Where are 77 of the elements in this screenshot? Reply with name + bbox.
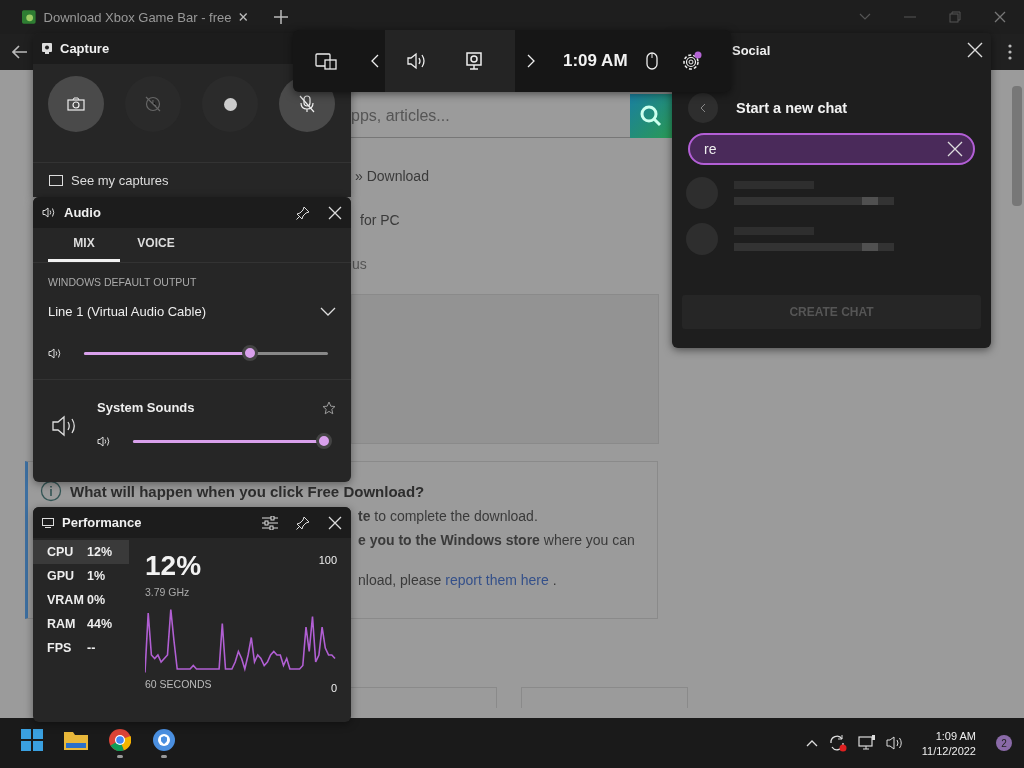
app-subtitle: for PC <box>360 212 400 228</box>
see-captures-link[interactable]: See my captures <box>71 172 169 188</box>
widget-title: Performance <box>62 515 142 530</box>
cpu-usage: 12% <box>145 550 202 582</box>
new-tab-icon[interactable] <box>274 10 288 24</box>
network-icon[interactable] <box>857 735 876 751</box>
back-arrow-icon[interactable] <box>12 45 28 59</box>
widget-title: Audio <box>64 205 101 220</box>
favicon-icon <box>22 9 36 25</box>
info-heading: What will happen when you click Free Download? <box>70 482 425 500</box>
slider-thumb[interactable] <box>316 433 332 449</box>
capture-icon <box>42 43 52 54</box>
app-name: System Sounds <box>97 400 195 415</box>
info-icon <box>40 480 62 502</box>
mouse-icon[interactable] <box>645 52 658 70</box>
widget-title: Capture <box>60 41 110 56</box>
chevron-left-icon[interactable] <box>371 54 379 68</box>
close-tab-icon[interactable] <box>239 12 248 22</box>
device-dropdown[interactable]: Line 1 (Virtual Audio Cable) <box>33 288 351 319</box>
speaker-icon <box>42 207 56 218</box>
star-icon[interactable] <box>322 400 336 415</box>
period-text: . <box>552 572 557 588</box>
rewind-clock-icon <box>144 95 162 113</box>
camera-icon <box>67 97 85 111</box>
audio-tab[interactable]: MIX <box>48 228 120 262</box>
widget-title: Social <box>732 42 771 58</box>
screenshot-button[interactable] <box>48 76 104 132</box>
info-text: te to complete the download. <box>358 508 539 524</box>
windows-logo-icon <box>21 728 43 751</box>
shield-browser-icon <box>153 728 175 751</box>
chevron-up-icon[interactable] <box>805 739 818 747</box>
pin-icon[interactable] <box>296 205 310 220</box>
speaker-icon <box>48 347 62 359</box>
chevron-down-icon <box>320 307 336 316</box>
gallery-icon <box>49 174 63 186</box>
clear-icon[interactable] <box>947 141 963 157</box>
record-dot-icon <box>223 97 237 111</box>
sliders-icon[interactable] <box>262 515 278 530</box>
axis-min-label: 0 <box>330 682 337 694</box>
clock-speed: 3.79 GHz <box>145 586 191 598</box>
browser-tab[interactable]: Download Xbox Game Bar - free <box>14 2 256 32</box>
speaker-icon <box>97 435 111 447</box>
search-icon <box>640 105 662 127</box>
notification-badge[interactable]: 2 <box>996 735 1012 751</box>
friend-search-field[interactable]: re <box>688 133 975 165</box>
monitor-icon <box>42 517 54 528</box>
status-text: us <box>352 256 367 272</box>
webcam-icon[interactable] <box>466 52 482 70</box>
breadcrumb: » Download <box>355 168 429 184</box>
pin-icon[interactable] <box>296 515 310 530</box>
chat-heading: Start a new chat <box>736 100 848 116</box>
chevron-left-icon <box>700 103 706 113</box>
section-label: WINDOWS DEFAULT OUTPUT <box>47 275 198 288</box>
chevron-right-icon[interactable] <box>527 54 535 68</box>
info-text: e you to the Windows store where you can <box>358 532 636 548</box>
slider-thumb[interactable] <box>241 345 258 361</box>
axis-max-label: 100 <box>318 554 337 566</box>
taskbar-time[interactable]: 1:09 AM <box>935 729 976 742</box>
metric-item[interactable]: GPU 1% <box>33 564 129 588</box>
microphone-off-icon <box>299 95 315 113</box>
audio-tab[interactable]: VOICE <box>120 228 192 262</box>
sync-icon[interactable] <box>827 734 848 752</box>
info-text: nload, please <box>358 572 442 588</box>
metric-item[interactable]: VRAM 0% <box>33 588 129 612</box>
volume-icon[interactable] <box>885 735 904 751</box>
widget-menu-icon[interactable] <box>315 52 337 70</box>
taskbar-date[interactable]: 11/12/2022 <box>921 744 976 757</box>
more-menu-icon[interactable] <box>1008 44 1012 60</box>
time-span-label: 60 SECONDS <box>145 678 212 690</box>
folder-icon <box>64 729 88 750</box>
metric-item[interactable]: CPU 12% <box>33 540 129 564</box>
chrome-icon <box>109 728 131 751</box>
search-button[interactable] <box>630 94 672 138</box>
metric-item[interactable]: RAM 44% <box>33 612 129 636</box>
clock-time: 1:09 AM <box>563 51 628 71</box>
settings-icon[interactable] <box>681 51 702 71</box>
metric-item[interactable]: FPS -- <box>33 636 129 660</box>
